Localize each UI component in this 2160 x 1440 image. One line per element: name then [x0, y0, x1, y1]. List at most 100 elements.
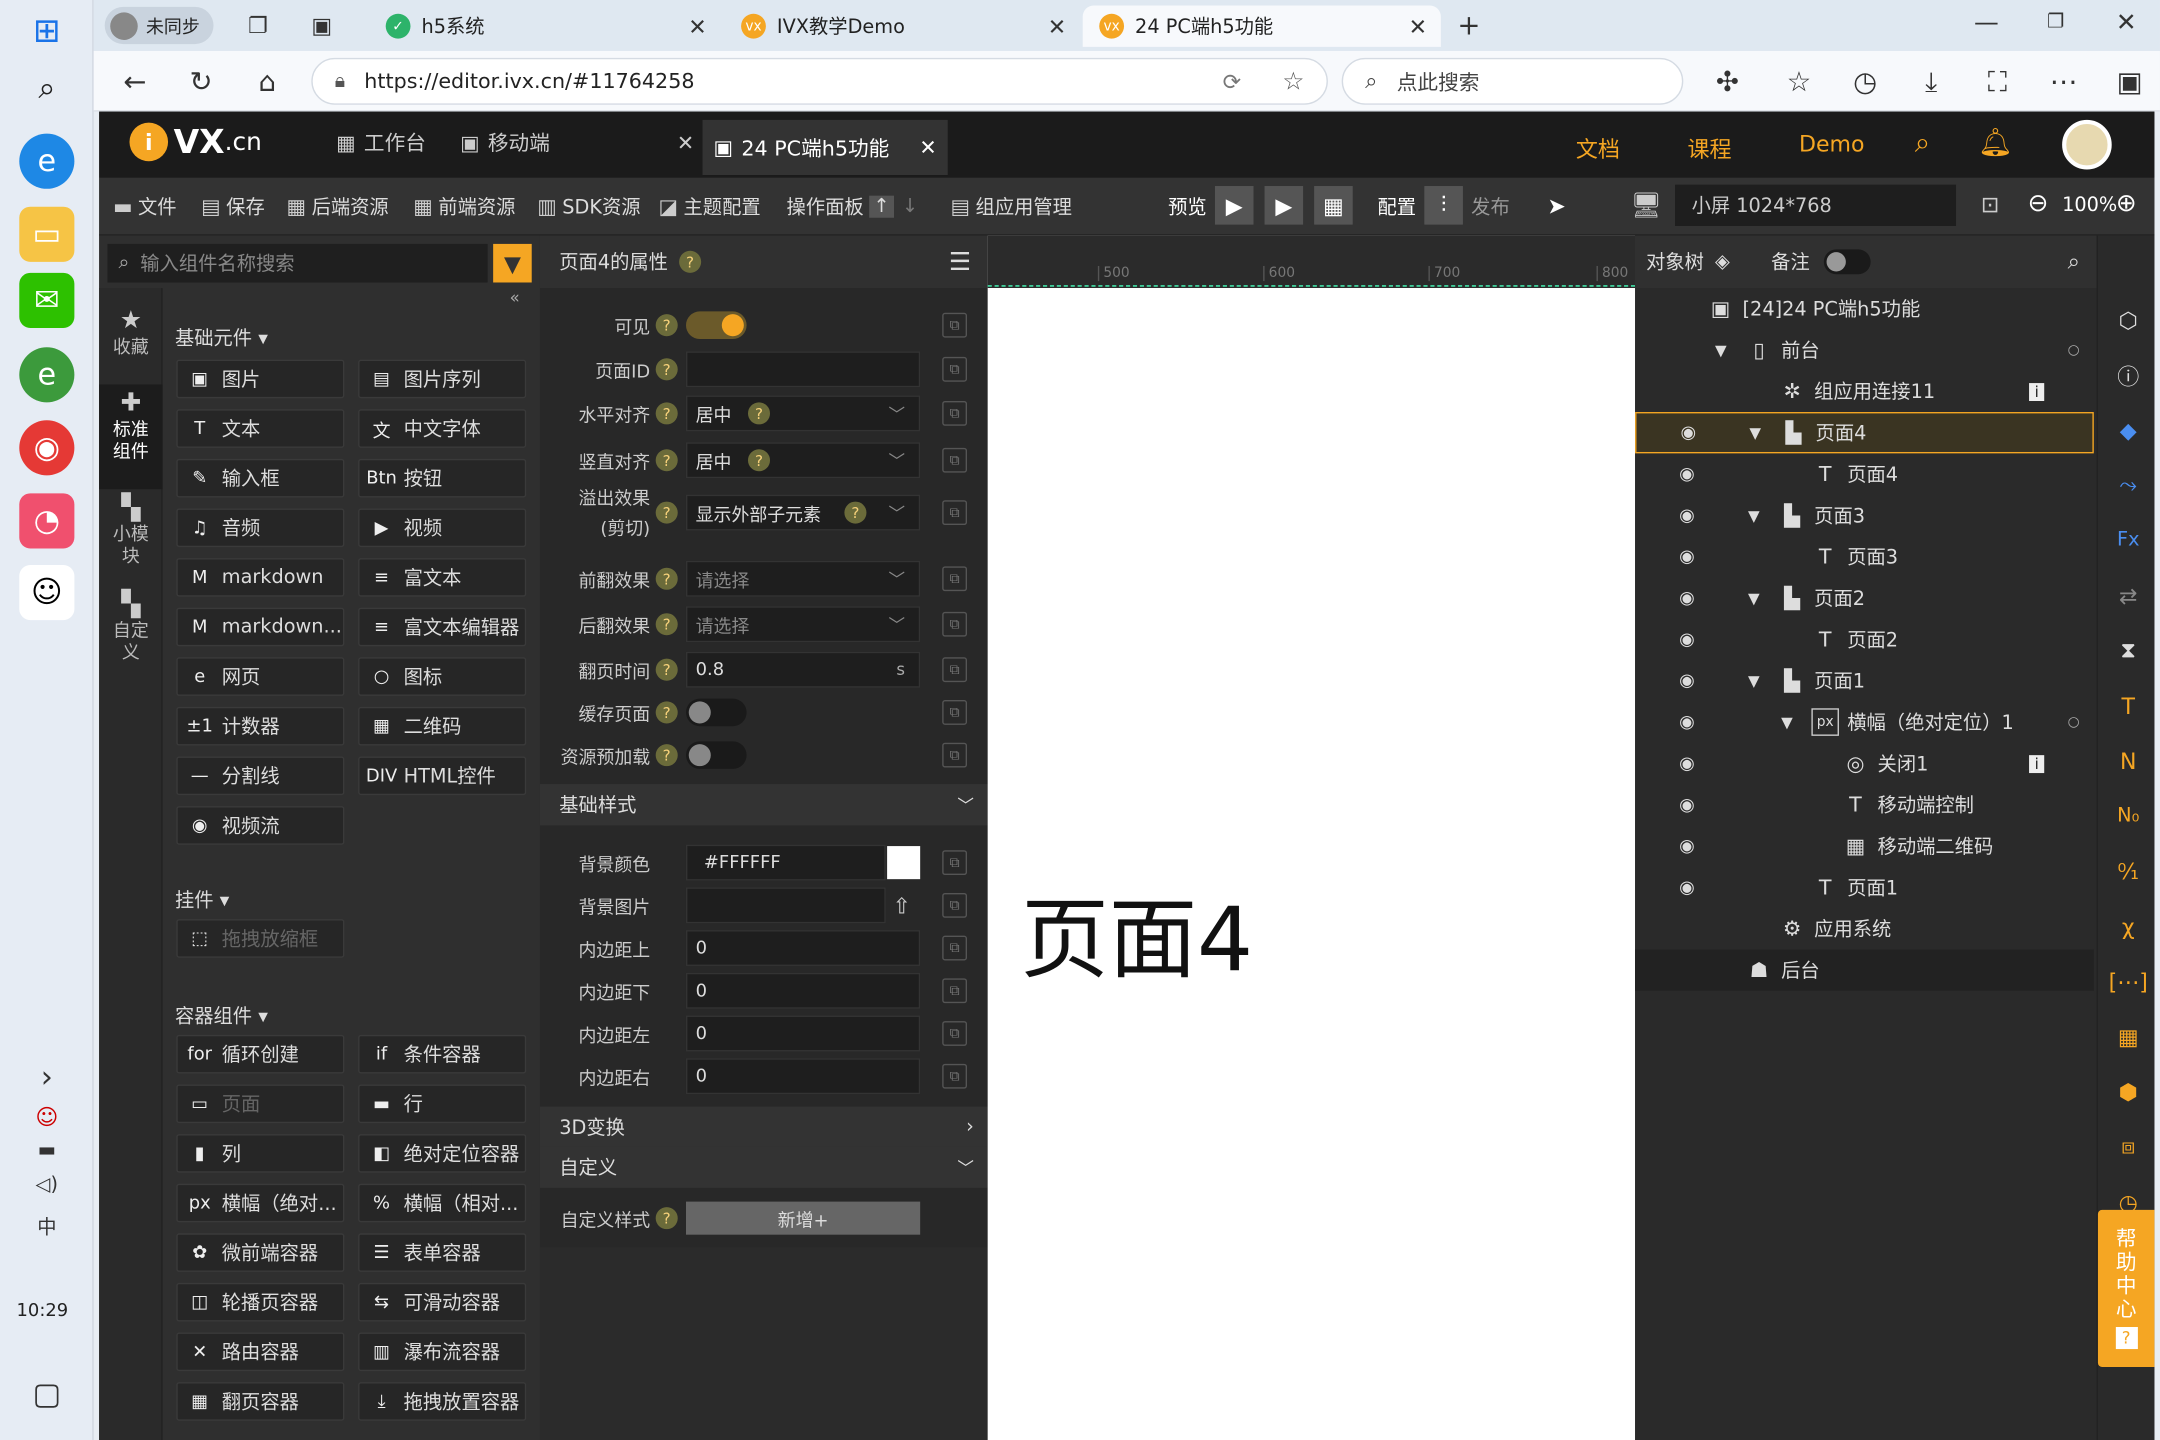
- info-icon[interactable]: i: [2029, 382, 2045, 401]
- url-text[interactable]: https://editor.ivx.cn/#11764258: [364, 69, 694, 94]
- component-item[interactable]: 文中文字体: [358, 409, 527, 448]
- boolean-icon[interactable]: ⁰⁄₁: [2113, 856, 2143, 886]
- flip-time-input[interactable]: 0.8 s: [685, 651, 921, 688]
- front-flip-select[interactable]: 请选择 ﹀: [685, 560, 921, 597]
- user-avatar[interactable]: [2062, 119, 2112, 170]
- help-icon[interactable]: ?: [655, 402, 678, 425]
- notes-toggle[interactable]: [1823, 249, 1871, 275]
- eye-icon[interactable]: ◉: [1679, 464, 1695, 485]
- component-item[interactable]: ☰ 表单容器: [358, 1233, 527, 1272]
- copy-icon[interactable]: ⧉: [942, 892, 968, 918]
- menu-icon[interactable]: ☰: [949, 247, 971, 276]
- expand-icon[interactable]: ▼: [1715, 341, 1727, 359]
- refresh-icon[interactable]: ↻: [182, 62, 221, 101]
- info-icon[interactable]: i: [2029, 754, 2045, 773]
- component-item[interactable]: ○ 图标: [358, 657, 527, 696]
- component-item[interactable]: ▮ 列: [176, 1134, 345, 1173]
- file-explorer-icon[interactable]: ▭: [19, 206, 75, 262]
- component-item[interactable]: Mmarkdown: [176, 558, 345, 597]
- ime-icon[interactable]: 中: [19, 1199, 74, 1254]
- close-tab-icon[interactable]: ✕: [1048, 13, 1066, 39]
- edge-browser-icon[interactable]: e: [19, 133, 75, 189]
- wechat-icon[interactable]: ✉: [19, 272, 75, 328]
- help-icon[interactable]: ?: [655, 658, 678, 681]
- component-item[interactable]: ▦ 二维码: [358, 706, 527, 746]
- backend-resources[interactable]: ▦ 后端资源: [287, 192, 389, 222]
- save-button[interactable]: ▤ 保存: [201, 192, 265, 222]
- tree-row[interactable]: ◉ ▼ ▙ 页面4: [1635, 412, 2094, 454]
- tab-custom[interactable]: ▚ 自定义: [99, 586, 162, 685]
- arrow-down-icon[interactable]: ↓: [902, 196, 918, 218]
- eye-icon[interactable]: ◉: [1679, 753, 1695, 774]
- copy-icon[interactable]: ⧉: [942, 611, 968, 637]
- more-icon[interactable]: ⋯: [2044, 62, 2083, 101]
- swap-icon[interactable]: ⇄: [2113, 580, 2143, 610]
- search-icon[interactable]: ⌕: [2068, 248, 2080, 276]
- history-icon[interactable]: ◷: [1846, 62, 1885, 101]
- component-item[interactable]: ⬚ 拖拽放缩框: [176, 919, 345, 958]
- filter-icon[interactable]: ▼: [493, 243, 532, 283]
- screenshot-icon[interactable]: ⛶: [1978, 62, 2017, 101]
- theme-config[interactable]: ◪ 主题配置: [658, 192, 760, 222]
- search-icon[interactable]: ⌕: [1915, 125, 1930, 158]
- component-item[interactable]: ✿ 微前端容器: [176, 1233, 345, 1272]
- component-item[interactable]: ♫ 音频: [176, 508, 345, 548]
- tree-row[interactable]: ◉ T 页面3: [1635, 536, 2094, 577]
- copy-icon[interactable]: ⧉: [942, 447, 968, 473]
- tree-row[interactable]: ◉ T 页面1: [1635, 867, 2094, 908]
- home-icon[interactable]: ⌂: [248, 62, 287, 101]
- component-item[interactable]: ±1 计数器: [176, 706, 345, 746]
- file-menu[interactable]: ▬ 文件: [113, 192, 177, 222]
- component-item[interactable]: if 条件容器: [358, 1034, 527, 1074]
- eye-icon[interactable]: ◉: [1679, 670, 1695, 691]
- copy-icon[interactable]: ⧉: [942, 400, 968, 426]
- tree-tab[interactable]: 对象树: [1646, 248, 1704, 276]
- section-containers[interactable]: 容器组件 ▾: [175, 1002, 268, 1030]
- zoom-out-icon[interactable]: ⊖: [2028, 189, 2049, 218]
- component-item[interactable]: ⤓ 拖拽放置容器: [358, 1382, 527, 1421]
- download-icon[interactable]: ⤓: [1912, 62, 1951, 101]
- tree-row[interactable]: ◉ ▼ ▙ 页面1: [1635, 660, 2094, 701]
- eye-icon[interactable]: ◉: [1679, 588, 1695, 609]
- chrome-icon[interactable]: ◉: [19, 420, 75, 476]
- courses-link[interactable]: 课程: [1687, 131, 1731, 164]
- canvas-page-title[interactable]: 页面4: [1021, 870, 1253, 997]
- favorites-icon[interactable]: ☆: [1780, 62, 1819, 101]
- favorite-star-icon[interactable]: ☆: [1282, 67, 1304, 96]
- numeric-icon[interactable]: N₀: [2113, 801, 2143, 831]
- component-item[interactable]: px 横幅（绝对...: [176, 1183, 345, 1223]
- component-item[interactable]: ▦ 翻页容器: [176, 1382, 345, 1421]
- component-item[interactable]: ◉ 视频流: [176, 806, 345, 845]
- component-item[interactable]: ▤ 图片序列: [358, 359, 527, 399]
- component-item[interactable]: — 分割线: [176, 756, 345, 796]
- component-item[interactable]: % 横幅（相对...: [358, 1183, 527, 1223]
- component-item[interactable]: ✕ 路由容器: [176, 1332, 345, 1372]
- expand-icon[interactable]: ▼: [1749, 424, 1761, 442]
- new-tab-icon[interactable]: +: [1457, 8, 1480, 41]
- copy-icon[interactable]: ⧉: [942, 742, 968, 768]
- help-icon[interactable]: ?: [655, 744, 678, 767]
- extensions-icon[interactable]: ✣: [1708, 62, 1747, 101]
- hourglass-icon[interactable]: ⧗: [2113, 635, 2143, 665]
- section-base-style[interactable]: 基础样式 ﹀: [539, 784, 988, 826]
- component-item[interactable]: T 文本: [176, 409, 345, 448]
- component-item[interactable]: ≡ 富文本编辑器: [358, 607, 527, 647]
- component-item[interactable]: ⇆ 可滑动容器: [358, 1282, 527, 1322]
- tree-row[interactable]: ◉ ◎ 关闭1 i: [1635, 743, 2094, 784]
- v-align-select[interactable]: 居中? ﹀: [685, 442, 921, 479]
- close-icon[interactable]: ✕: [919, 135, 936, 160]
- qrcode-icon[interactable]: ▦: [1314, 186, 1353, 225]
- tree-row[interactable]: ⚙ 应用系统: [1635, 908, 2094, 949]
- search-placeholder[interactable]: 点此搜索: [1397, 67, 1480, 96]
- tree-row[interactable]: ◉ ▼ ▙ 页面2: [1635, 577, 2094, 618]
- tab-actions-icon[interactable]: ▣: [311, 12, 332, 38]
- sliders-icon[interactable]: ⫶: [1424, 186, 1463, 225]
- search-icon[interactable]: ⌕: [19, 61, 74, 116]
- component-item[interactable]: e 网页: [176, 657, 345, 696]
- cube-icon[interactable]: ⬡: [2113, 305, 2143, 335]
- copy-icon[interactable]: ⧉: [942, 500, 968, 526]
- tab-modules[interactable]: ▚ 小模块: [99, 489, 162, 588]
- component-search-input[interactable]: ⌕ 输入组件名称搜索: [107, 243, 488, 283]
- back-flip-select[interactable]: 请选择 ﹀: [685, 606, 921, 643]
- component-item[interactable]: Btn 按钮: [358, 458, 527, 498]
